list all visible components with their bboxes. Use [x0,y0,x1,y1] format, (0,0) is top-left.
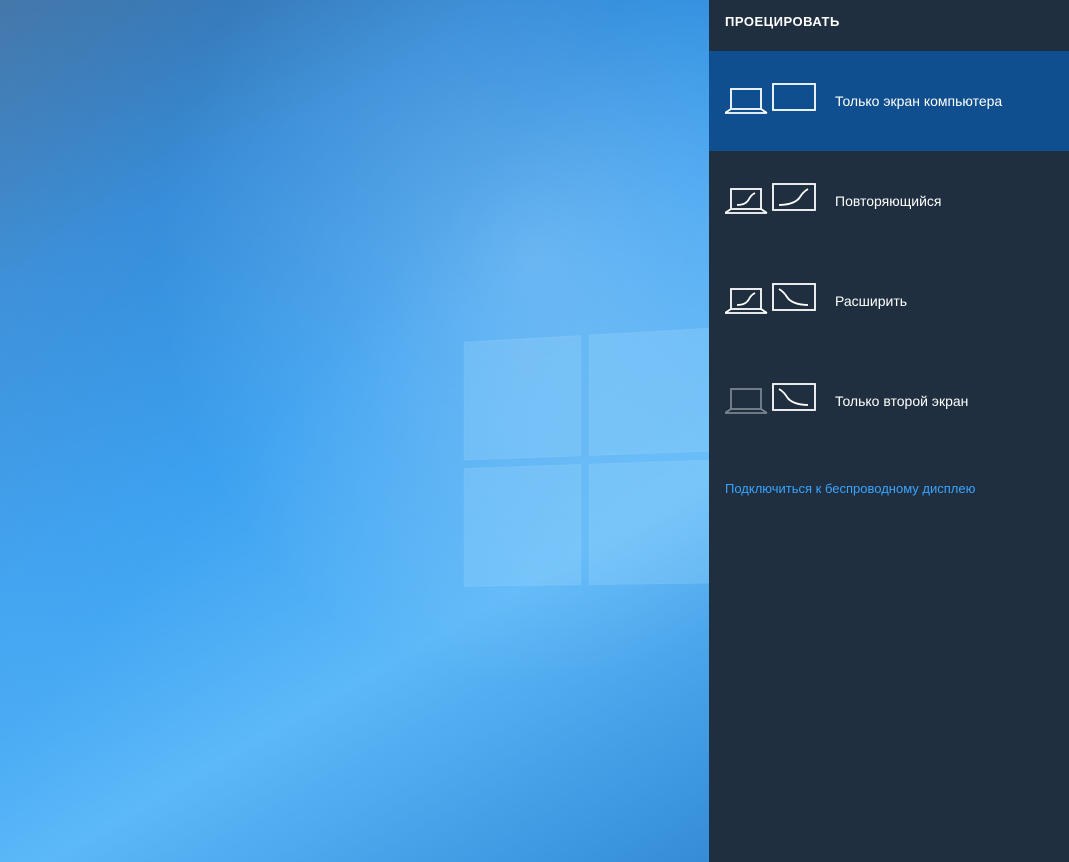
project-option-label: Только второй экран [835,393,1053,409]
duplicate-icon [725,181,817,221]
project-option-label: Только экран компьютера [835,93,1053,109]
project-option-second-screen-only[interactable]: Только второй экран [709,351,1069,451]
project-option-duplicate[interactable]: Повторяющийся [709,151,1069,251]
second-screen-only-icon [725,381,817,421]
panel-title: ПРОЕЦИРОВАТЬ [709,0,1069,51]
windows-logo [464,328,712,587]
project-option-label: Расширить [835,293,1053,309]
project-panel: ПРОЕЦИРОВАТЬ Только экран компьютера [709,0,1069,862]
project-option-extend[interactable]: Расширить [709,251,1069,351]
extend-icon [725,281,817,321]
project-option-label: Повторяющийся [835,193,1053,209]
connect-wireless-display-link[interactable]: Подключиться к беспроводному дисплею [709,451,1069,526]
pc-screen-only-icon [725,81,817,121]
project-option-pc-screen-only[interactable]: Только экран компьютера [709,51,1069,151]
